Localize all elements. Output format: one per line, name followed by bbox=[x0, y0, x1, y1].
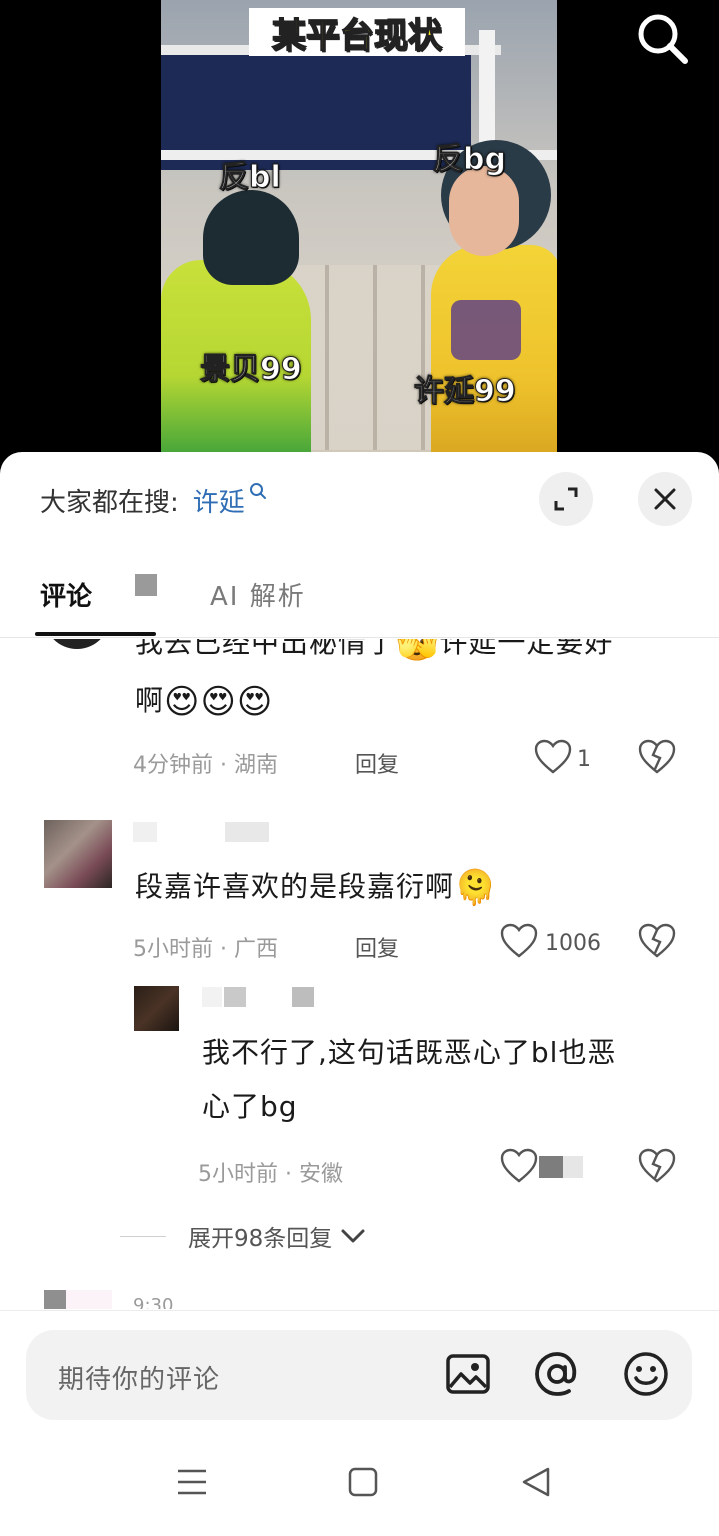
comment-time: 9:30 bbox=[133, 1295, 174, 1309]
comment-text: 心了bg bbox=[202, 1090, 298, 1123]
heart-icon bbox=[534, 739, 572, 774]
like-count: 1006 bbox=[545, 931, 601, 956]
image-button[interactable] bbox=[444, 1350, 492, 1398]
avatar[interactable] bbox=[44, 639, 110, 649]
dislike-button[interactable] bbox=[638, 739, 676, 779]
chevron-down-icon bbox=[341, 1229, 365, 1243]
expand-replies-button[interactable]: 展开98条回复 bbox=[120, 1219, 366, 1253]
close-icon bbox=[654, 488, 676, 510]
like-button[interactable] bbox=[500, 1148, 538, 1188]
tab-ai-analysis[interactable]: AI 解析 bbox=[210, 576, 306, 613]
video-title-text: 某平台现状 bbox=[271, 15, 443, 57]
image-icon bbox=[446, 1354, 490, 1394]
like-button[interactable] bbox=[534, 739, 572, 779]
dislike-button[interactable] bbox=[638, 1148, 676, 1188]
system-navigation-bar bbox=[0, 1442, 719, 1536]
expand-icon bbox=[554, 487, 578, 511]
comment-meta: 4分钟前 · 湖南 bbox=[133, 753, 278, 778]
comment-list: 我去已经中出秘情了🫣许延一定要好 啊😍😍😍 4分钟前 · 湖南 回复 1 段嘉许… bbox=[0, 639, 719, 1309]
home-nav-button[interactable] bbox=[345, 1464, 381, 1500]
back-nav-button[interactable] bbox=[518, 1464, 554, 1500]
comment-count-badge-redacted bbox=[135, 574, 157, 596]
hot-search-prefix: 大家都在搜: bbox=[40, 488, 179, 518]
video-title-caption: 某平台现状 bbox=[249, 8, 465, 56]
divider bbox=[120, 1235, 166, 1237]
expand-replies-label: 展开98条回复 bbox=[188, 1226, 333, 1252]
comment-input[interactable]: 期待你的评论 bbox=[26, 1330, 692, 1420]
comment-text: 啊😍😍😍 bbox=[135, 682, 274, 722]
like-count: 1 bbox=[577, 747, 591, 772]
small-search-icon bbox=[249, 482, 266, 499]
comment-text: 我不行了,这句话既恶心了bl也恶 bbox=[202, 1036, 617, 1069]
username-redacted bbox=[224, 987, 246, 1007]
like-count-redacted bbox=[539, 1156, 563, 1178]
username-redacted bbox=[202, 987, 222, 1007]
reply-button[interactable]: 回复 bbox=[355, 931, 399, 963]
like-count-redacted bbox=[563, 1156, 583, 1178]
broken-heart-icon bbox=[638, 1148, 676, 1183]
comment-text: 我去已经中出秘情了🫣许延一定要好 bbox=[135, 639, 614, 664]
video-player[interactable]: 某平台现状 反bl 反bg 景贝99 许延99 bbox=[0, 0, 719, 470]
back-triangle-icon bbox=[522, 1467, 550, 1497]
username-redacted bbox=[133, 822, 157, 842]
avatar bbox=[66, 1290, 112, 1309]
comment-meta: 5小时前 · 安徽 bbox=[198, 1162, 343, 1187]
person-right bbox=[431, 140, 557, 470]
comment-input-placeholder: 期待你的评论 bbox=[58, 1365, 221, 1395]
home-square-icon bbox=[348, 1467, 378, 1497]
reply-button[interactable]: 回复 bbox=[355, 747, 399, 779]
person-left bbox=[161, 190, 321, 470]
dislike-button[interactable] bbox=[638, 923, 676, 963]
avatar[interactable] bbox=[134, 986, 179, 1031]
search-button[interactable] bbox=[634, 10, 692, 68]
hot-search-bar: 大家都在搜: 许延 bbox=[40, 482, 267, 519]
at-icon bbox=[535, 1352, 577, 1396]
comment-sheet: 大家都在搜: 许延 评论 AI 解析 我去已经中出秘情了🫣许延一定要好 啊😍😍😍… bbox=[0, 452, 719, 1536]
close-sheet-button[interactable] bbox=[638, 472, 692, 526]
heart-icon bbox=[500, 923, 538, 958]
tab-comments[interactable]: 评论 bbox=[40, 576, 92, 613]
avatar[interactable] bbox=[44, 1290, 66, 1309]
comment-meta: 5小时前 · 广西 bbox=[133, 937, 278, 962]
comment-text: 段嘉许喜欢的是段嘉衍啊🫠 bbox=[135, 868, 498, 908]
avatar[interactable] bbox=[44, 820, 112, 888]
video-label: 景贝99 bbox=[200, 352, 303, 388]
like-button[interactable] bbox=[500, 923, 538, 963]
broken-heart-icon bbox=[638, 923, 676, 958]
comment-tabs: 评论 AI 解析 bbox=[0, 552, 719, 638]
emoji-button[interactable] bbox=[622, 1350, 670, 1398]
menu-icon bbox=[178, 1469, 206, 1495]
search-icon bbox=[638, 14, 688, 64]
video-label: 反bg bbox=[433, 142, 507, 178]
username-redacted bbox=[225, 822, 269, 842]
heart-icon bbox=[500, 1148, 538, 1183]
hot-search-keyword[interactable]: 许延 bbox=[193, 482, 245, 519]
broken-heart-icon bbox=[638, 739, 676, 774]
active-tab-indicator bbox=[35, 632, 156, 636]
smiley-icon bbox=[624, 1352, 668, 1396]
comment-input-area: 期待你的评论 bbox=[0, 1310, 719, 1430]
mention-button[interactable] bbox=[533, 1350, 581, 1398]
expand-sheet-button[interactable] bbox=[539, 472, 593, 526]
username-redacted bbox=[292, 987, 314, 1007]
menu-nav-button[interactable] bbox=[174, 1464, 210, 1500]
video-label: 许延99 bbox=[414, 374, 517, 410]
video-label: 反bl bbox=[219, 160, 282, 196]
